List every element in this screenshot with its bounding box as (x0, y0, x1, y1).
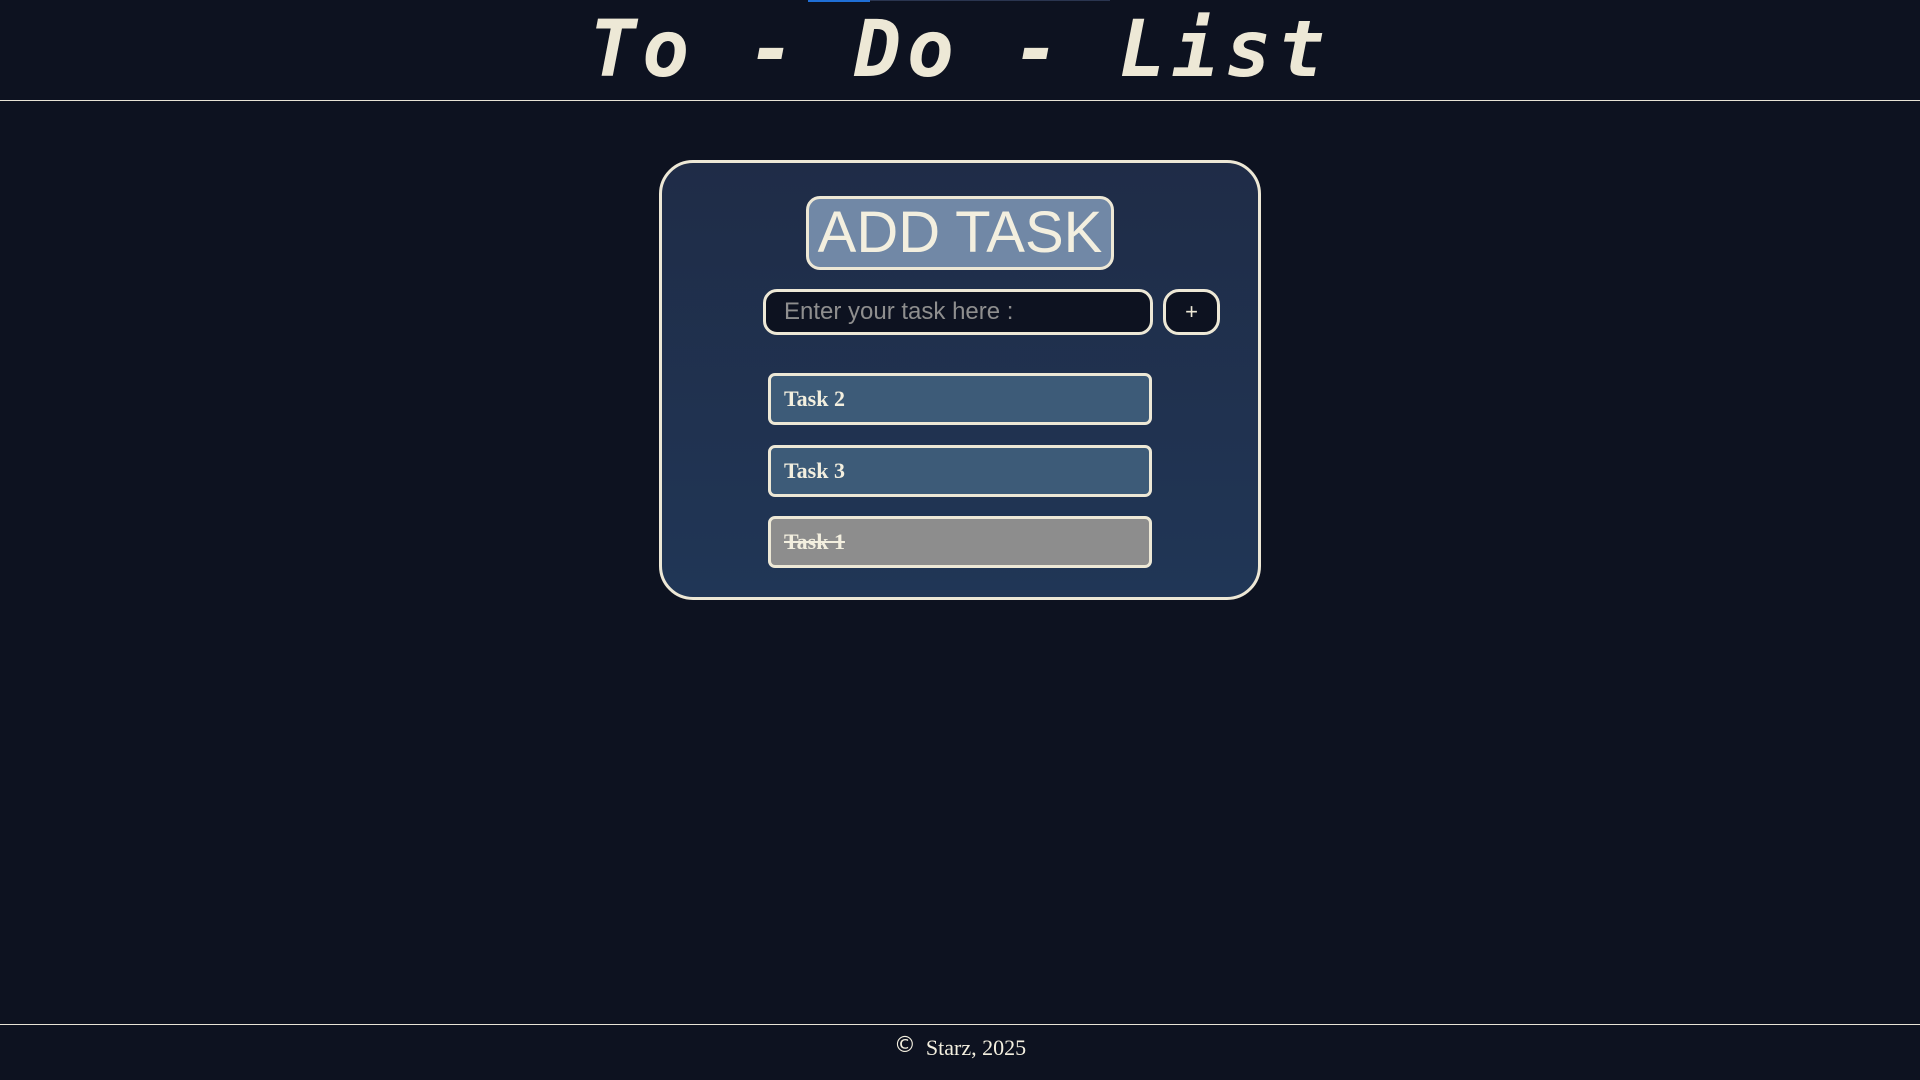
task-item[interactable]: Task 3 (768, 445, 1152, 497)
task-input[interactable] (763, 289, 1153, 335)
add-task-button[interactable]: ADD TASK (806, 196, 1114, 270)
add-plus-button[interactable]: + (1163, 289, 1220, 335)
footer-text: Starz, 2025 (925, 1035, 1027, 1060)
task-item[interactable]: Task 2 (768, 373, 1152, 425)
header-accent-bar (808, 0, 870, 2)
footer: © Starz, 2025 (0, 1024, 1920, 1080)
header: To - Do - List (0, 0, 1920, 101)
copyright-icon: © (893, 1033, 916, 1058)
page-title: To - Do - List (589, 5, 1331, 95)
header-accent-line (870, 0, 1110, 1)
task-item-completed[interactable]: Task 1 (768, 516, 1152, 568)
